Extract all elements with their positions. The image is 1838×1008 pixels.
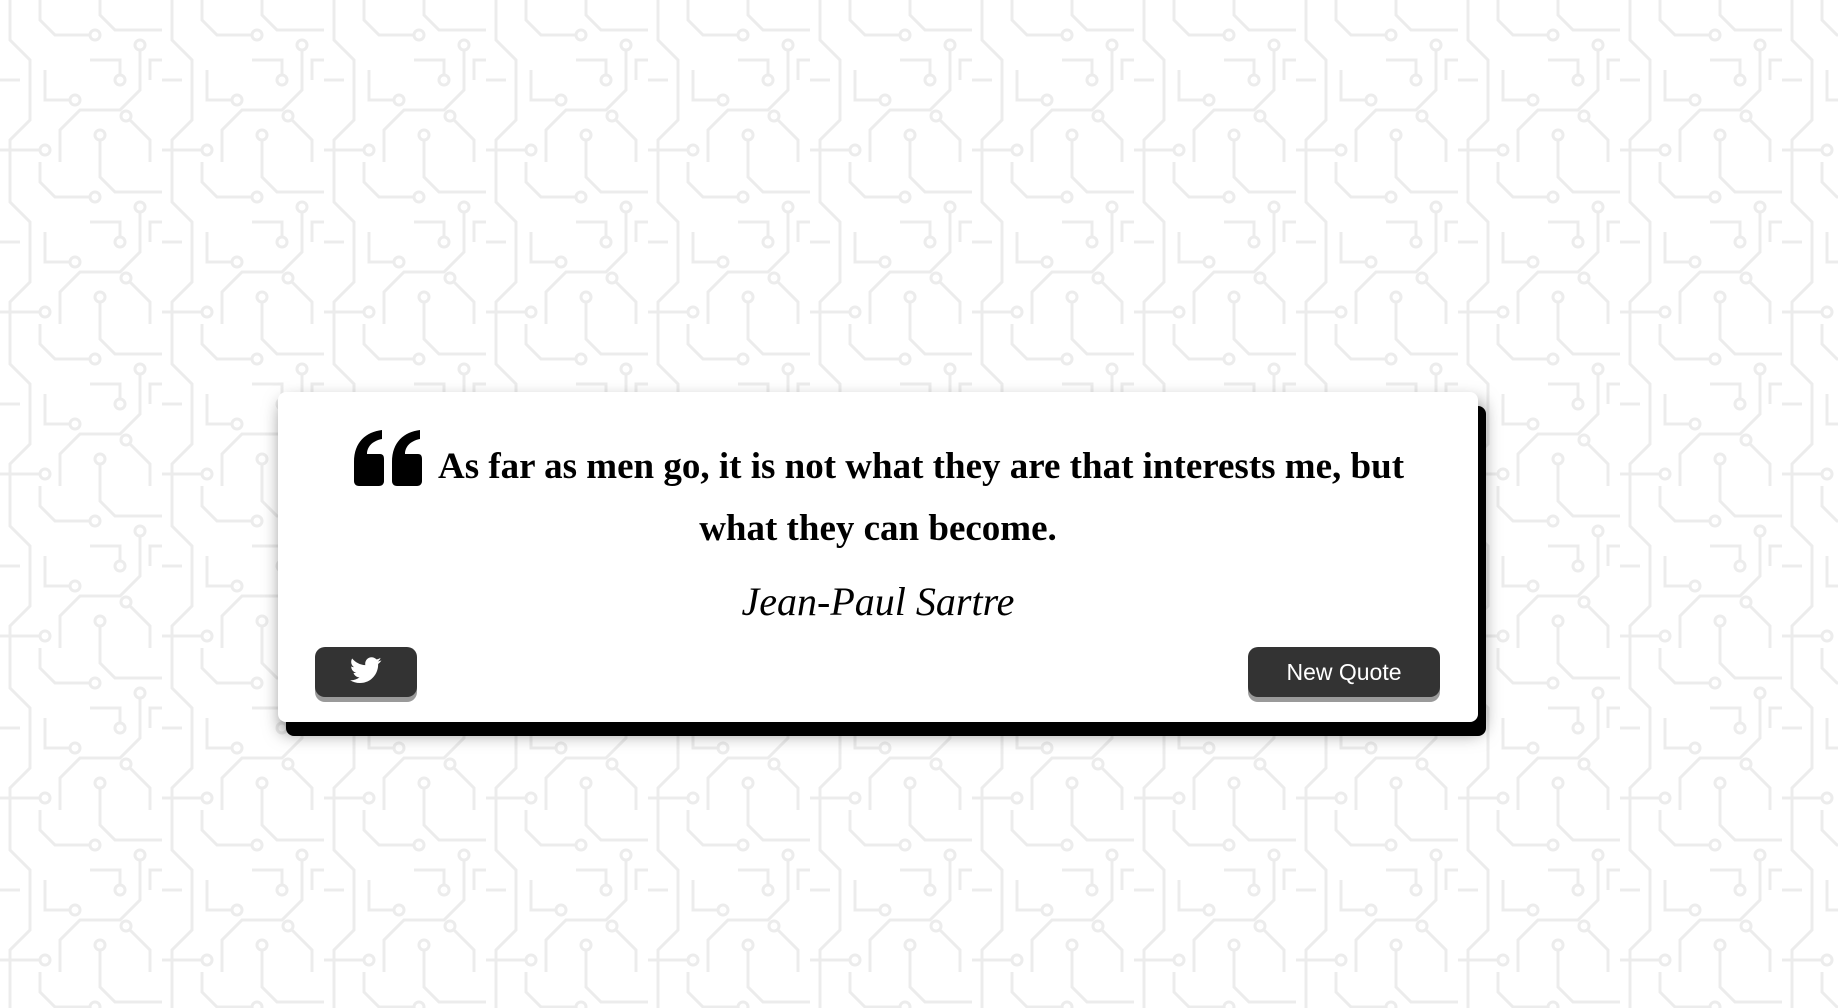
quote-text-block: As far as men go, it is not what they ar… — [338, 430, 1418, 560]
quote-author: Jean-Paul Sartre — [741, 579, 1015, 624]
quote-left-icon — [352, 430, 424, 486]
new-quote-button[interactable]: New Quote — [1248, 647, 1440, 697]
quote-card: As far as men go, it is not what they ar… — [278, 392, 1478, 722]
twitter-icon — [350, 657, 382, 687]
tweet-button[interactable] — [315, 647, 417, 697]
quote-text: As far as men go, it is not what they ar… — [437, 446, 1405, 549]
